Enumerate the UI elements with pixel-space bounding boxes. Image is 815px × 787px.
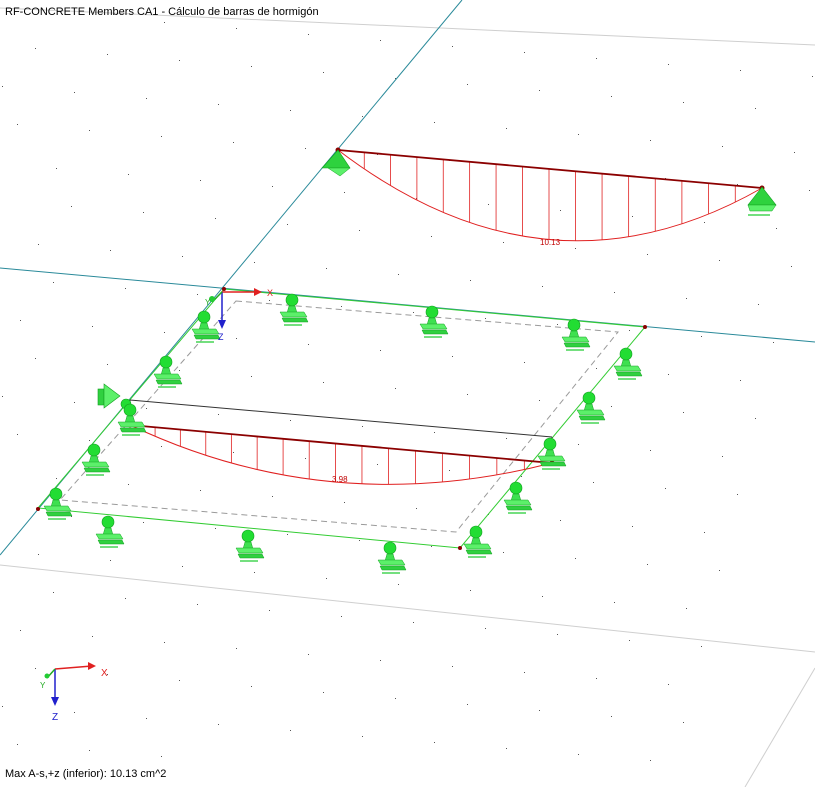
nodal-support-icon xyxy=(191,310,221,343)
model-z-axis-label: Z xyxy=(218,332,224,342)
nodal-support-icon xyxy=(537,437,567,470)
nodal-support-icon xyxy=(463,525,493,558)
nodal-support-icon xyxy=(43,487,73,520)
global-axis-triad: X Z Y xyxy=(40,662,108,723)
lower-member[interactable] xyxy=(129,424,553,464)
nodal-support-icon xyxy=(613,347,643,380)
nodal-support-icon xyxy=(576,391,606,424)
triad-y-label: Y xyxy=(40,681,46,690)
nodal-support-icon xyxy=(377,541,407,574)
lower-member-result-diagram[interactable]: 3.98 xyxy=(127,399,555,485)
nodal-support-icon xyxy=(153,355,183,388)
top-right-support-icon xyxy=(747,186,777,216)
nodal-support-icon xyxy=(419,305,449,338)
model-viewport[interactable]: 10.13 3.98 X Z Y X Z Y RF-CONCRETE Membe… xyxy=(0,0,815,787)
global-axis-lines xyxy=(0,0,815,556)
top-member[interactable] xyxy=(337,149,763,189)
nodal-supports xyxy=(43,293,643,574)
triad-z-label: Z xyxy=(52,712,58,723)
work-plane-grid xyxy=(2,22,813,761)
top-left-support-icon xyxy=(321,149,351,177)
nodal-support-icon xyxy=(81,443,111,476)
window-title: RF-CONCRETE Members CA1 - Cálculo de bar… xyxy=(5,6,319,18)
nodal-support-icon xyxy=(279,293,309,326)
model-y-axis-label: Y xyxy=(205,298,211,307)
top-member-result-diagram[interactable]: 10.13 xyxy=(335,147,765,248)
top-member-max-value: 10.13 xyxy=(540,238,561,247)
model-x-axis-label: X xyxy=(267,288,273,298)
model-scene[interactable]: 10.13 3.98 X Z Y X Z Y xyxy=(0,0,815,787)
nodal-support-icon xyxy=(503,481,533,514)
lower-member-max-value: 3.98 xyxy=(332,475,348,484)
result-summary: Max A-s,+z (inferior): 10.13 cm^2 xyxy=(5,768,167,780)
triad-x-label: X xyxy=(101,668,108,679)
work-plane-edges xyxy=(0,7,815,787)
nodal-support-icon xyxy=(95,515,125,548)
nodal-support-icon xyxy=(561,318,591,351)
nodal-support-icon xyxy=(235,529,265,562)
